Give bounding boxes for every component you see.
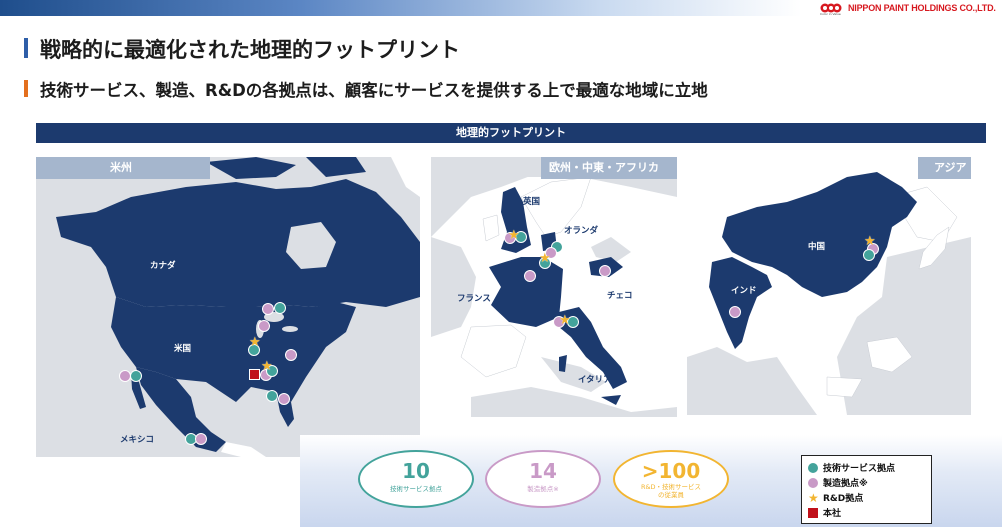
label-france: フランス xyxy=(457,294,491,304)
map-legend: 技術サービス拠点 製造拠点※ ★ R&D拠点 本社 xyxy=(801,455,932,524)
tech-site-icon xyxy=(808,462,818,473)
mfg-site-marker xyxy=(285,349,297,361)
stat-rnd-label: R&D・技術サービス の従業員 xyxy=(615,483,727,499)
mfg-site-marker xyxy=(262,303,274,315)
mfg-site-marker xyxy=(729,306,741,318)
legend-item-tech: 技術サービス拠点 xyxy=(808,460,925,475)
label-china: 中国 xyxy=(808,242,826,252)
stat-rnd-label-line2: の従業員 xyxy=(658,491,684,499)
mfg-site-marker xyxy=(524,270,536,282)
asia-map xyxy=(687,157,971,415)
rnd-site-marker: ★ xyxy=(539,251,551,266)
stat-tech-label: 技術サービス拠点 xyxy=(390,485,442,493)
americas-map xyxy=(56,157,420,457)
legend-item-mfg: 製造拠点※ xyxy=(808,475,925,490)
stat-tech-value: 10 xyxy=(402,459,430,483)
rnd-site-marker: ★ xyxy=(508,228,520,243)
americas-panel-header: 米州 xyxy=(36,157,210,179)
label-uk: 英国 xyxy=(523,197,541,207)
legend-item-hq: 本社 xyxy=(808,505,925,520)
stat-rnd-label-line1: R&D・技術サービス xyxy=(640,483,702,491)
mfg-site-marker xyxy=(258,320,270,332)
stat-mfg-label: 製造拠点※ xyxy=(527,485,559,493)
mfg-site-marker xyxy=(195,433,207,445)
label-usa: 米国 xyxy=(174,344,192,354)
legend-hq-label: 本社 xyxy=(823,509,842,519)
stat-rnd-value: >100 xyxy=(641,459,701,483)
mfg-site-marker xyxy=(599,265,611,277)
tech-site-marker xyxy=(130,370,142,382)
rnd-site-marker: ★ xyxy=(261,359,273,374)
stat-mfg-value: 14 xyxy=(529,459,557,483)
label-india: インド xyxy=(731,286,757,296)
emea-map-panel: 欧州・中東・アフリカ 英国 オランダ フランス チェコ イタリア ★ ★ ★ xyxy=(431,157,677,417)
subtitle-accent-bar xyxy=(24,80,28,97)
americas-map-panel: 米州 カナダ 米国 メキシコ ★ ★ xyxy=(36,157,420,457)
legend-tech-label: 技術サービス拠点 xyxy=(823,464,896,474)
page-title: 戦略的に最適化された地理的フットプリント xyxy=(40,38,460,62)
rnd-site-marker: ★ xyxy=(559,313,571,328)
hq-square-icon xyxy=(808,507,818,518)
title-accent-bar xyxy=(24,38,28,58)
rnd-site-marker: ★ xyxy=(249,335,261,350)
tech-site-marker xyxy=(863,249,875,261)
logo-tagline: Color in Value xyxy=(820,12,841,16)
label-canada: カナダ xyxy=(150,261,176,271)
label-italy: イタリア xyxy=(578,375,612,385)
asia-panel-header: アジア xyxy=(918,157,971,179)
company-name: NIPPON PAINT HOLDINGS CO.,LTD. xyxy=(848,3,996,13)
mfg-site-marker xyxy=(278,393,290,405)
company-logo: Color in Value NIPPON PAINT HOLDINGS CO.… xyxy=(820,0,1002,16)
emea-map xyxy=(431,157,677,417)
stat-tech-sites: 10 技術サービス拠点 xyxy=(358,450,474,508)
rnd-site-marker: ★ xyxy=(864,234,876,249)
headquarters-marker xyxy=(249,369,260,380)
emea-panel-header: 欧州・中東・アフリカ xyxy=(541,157,677,179)
label-mexico: メキシコ xyxy=(120,435,155,445)
tech-site-marker xyxy=(266,390,278,402)
stat-rnd-staff: >100 R&D・技術サービス の従業員 xyxy=(613,450,729,508)
tech-site-marker xyxy=(274,302,286,314)
star-icon: ★ xyxy=(808,490,819,505)
label-netherlands: オランダ xyxy=(564,226,599,236)
label-czech: チェコ xyxy=(607,291,633,301)
legend-rnd-label: R&D拠点 xyxy=(823,494,864,504)
legend-item-rnd: ★ R&D拠点 xyxy=(808,490,925,505)
stat-mfg-sites: 14 製造拠点※ xyxy=(485,450,601,508)
page-subtitle: 技術サービス、製造、R&Dの各拠点は、顧客にサービスを提供する上で最適な地域に立… xyxy=(40,81,708,100)
legend-mfg-label: 製造拠点※ xyxy=(823,479,868,489)
section-title-bar: 地理的フットプリント xyxy=(36,123,986,143)
asia-map-panel: アジア 中国 インド ★ xyxy=(687,157,971,415)
mfg-site-icon xyxy=(808,477,818,488)
